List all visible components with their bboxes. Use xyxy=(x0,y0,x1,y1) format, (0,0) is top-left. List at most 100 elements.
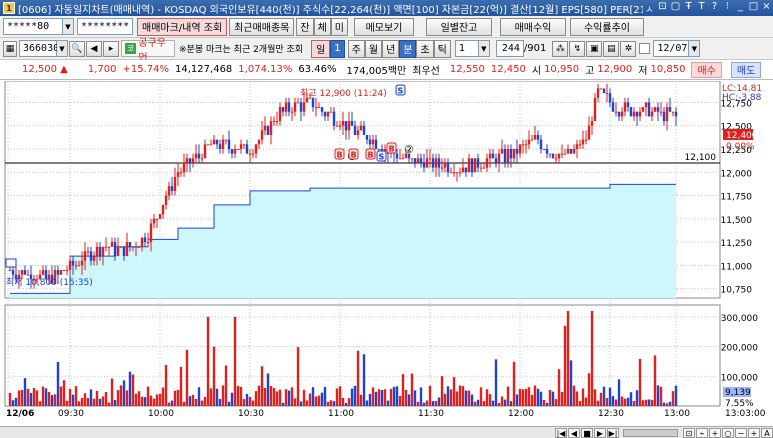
chart-scrollbar[interactable] xyxy=(623,428,678,437)
volume-bar xyxy=(71,394,75,406)
account-input[interactable]: *****80 xyxy=(3,18,63,35)
volume-bar xyxy=(311,387,315,406)
volume-bar xyxy=(239,386,243,406)
title-button-8[interactable]: □ xyxy=(747,1,760,16)
trade-profit-button[interactable]: 매매수익 xyxy=(499,17,566,36)
volume-bar xyxy=(200,400,204,406)
title-button-7[interactable]: _ xyxy=(734,1,747,16)
title-button-0[interactable]: ㅅ xyxy=(643,1,656,16)
nav-next-icon[interactable]: ▶ xyxy=(594,427,606,438)
candle-body xyxy=(662,111,666,122)
daily-balance-button[interactable]: 일별잔고 xyxy=(425,17,492,36)
period-interval-button[interactable]: 1 xyxy=(330,39,345,58)
stock-code-input[interactable]: 366030 xyxy=(19,40,59,57)
date-checkbox[interactable] xyxy=(639,43,651,54)
candle-body xyxy=(86,251,90,253)
code-dropdown-icon[interactable]: ▼ xyxy=(57,40,68,57)
volume-bar xyxy=(380,390,384,406)
title-button-2[interactable]: ▢ xyxy=(669,1,682,16)
recent-trade-button[interactable]: 최근매매종목 xyxy=(229,17,295,36)
candle-body xyxy=(323,111,327,117)
settings-icon[interactable]: ✲ xyxy=(620,40,637,57)
date-input[interactable]: 12/07 xyxy=(653,40,690,57)
candle-body xyxy=(128,242,132,247)
volume-bar xyxy=(98,398,102,406)
candle-body xyxy=(56,270,60,275)
time-tick-label: 11:00 xyxy=(328,409,354,419)
memo-button[interactable]: 메모보기 xyxy=(353,17,414,36)
period-month-button[interactable]: 월 xyxy=(364,39,383,58)
zoom-plus-icon[interactable]: + xyxy=(748,427,760,438)
sound-icon[interactable]: ◀ xyxy=(86,40,102,57)
title-button-1[interactable]: ⊡ xyxy=(656,1,669,16)
zoom-tools-icon[interactable]: ⌁ xyxy=(696,427,708,438)
search-icon[interactable]: 🔍 xyxy=(69,40,85,57)
period-day-button[interactable]: 일 xyxy=(311,39,331,58)
sell-button[interactable]: 매도 xyxy=(730,61,762,78)
candle-body xyxy=(470,158,474,173)
zoom-in-icon[interactable]: + xyxy=(709,427,721,438)
period-tick-button[interactable]: 틱 xyxy=(433,39,451,58)
candle-body xyxy=(464,167,468,173)
volume-bar xyxy=(623,398,627,406)
volume-bar xyxy=(551,391,555,406)
interval-input[interactable]: 1 xyxy=(454,40,479,57)
grid-icon[interactable]: ▦ xyxy=(3,40,17,57)
candle-body xyxy=(641,107,645,112)
volume-bar xyxy=(179,366,183,406)
volume-bar xyxy=(26,388,30,406)
save-icon[interactable]: ▣ xyxy=(586,40,603,57)
volume-bar xyxy=(329,400,333,406)
volume-bar xyxy=(437,397,441,406)
candle-body xyxy=(356,130,360,136)
nav-stop-icon[interactable]: ■ xyxy=(581,427,593,438)
period-year-button[interactable]: 년 xyxy=(382,39,400,58)
interval-dropdown-icon[interactable]: ▼ xyxy=(478,40,490,57)
candle-body xyxy=(395,153,399,159)
balance-button[interactable]: 잔 xyxy=(296,17,314,36)
stock-name-label: 공구우먼 xyxy=(138,37,166,64)
title-button-5[interactable]: ? xyxy=(708,1,721,16)
volume-bar xyxy=(470,394,474,406)
chart-tool-icon[interactable]: ⁂ xyxy=(552,40,569,57)
period-week-button[interactable]: 주 xyxy=(347,39,365,58)
executed-button[interactable]: 체 xyxy=(313,17,331,36)
nav-prev-icon[interactable]: ◀ xyxy=(568,427,580,438)
text-size-icon[interactable]: A xyxy=(761,427,773,438)
volume-bar xyxy=(134,393,138,406)
volume-bar xyxy=(209,388,213,406)
account-dropdown-icon[interactable]: ▼ xyxy=(63,18,74,35)
zoom-fit-icon[interactable]: ⊡ xyxy=(683,427,695,438)
candle-body xyxy=(311,97,315,108)
period-minute-button[interactable]: 분 xyxy=(399,39,417,58)
line-tool-icon[interactable]: ↯ xyxy=(569,40,586,57)
candle-body xyxy=(92,256,96,261)
password-input[interactable]: ******** xyxy=(77,18,133,35)
return-trend-button[interactable]: 수익률추이 xyxy=(569,17,644,36)
count-input[interactable]: 244 xyxy=(495,40,524,57)
title-button-9[interactable]: × xyxy=(760,1,773,16)
nav-first-icon[interactable]: |◀ xyxy=(555,427,567,438)
zoom-minus-icon[interactable]: − xyxy=(735,427,747,438)
volume-bar xyxy=(413,390,417,406)
unexecuted-button[interactable]: 미 xyxy=(330,17,348,36)
title-button-6[interactable]: ⁝ xyxy=(721,1,734,16)
period-second-button[interactable]: 초 xyxy=(416,39,434,58)
arrow-icon[interactable]: ▸ xyxy=(103,40,119,57)
title-button-4[interactable]: T xyxy=(695,1,708,16)
volume-bar xyxy=(368,393,372,406)
print-icon[interactable]: ▤ xyxy=(603,40,620,57)
stock-toolbar: ▦ 366030 ▼ 🔍 ◀ ▸ 코 공구우먼 ※분봉 마크는 최근 2개월만 … xyxy=(0,38,773,64)
title-button-3[interactable]: Ŧ xyxy=(682,1,695,16)
buy-button[interactable]: 매수 xyxy=(691,61,722,78)
nav-last-icon[interactable]: ▶| xyxy=(607,427,619,438)
open-label: 시 xyxy=(531,66,542,77)
time-tick-label: 10:00 xyxy=(148,409,174,419)
price-volume-chart[interactable]: 12,75012,50012,25012,00011,75011,50011,2… xyxy=(0,81,773,426)
zoom-reset-icon[interactable]: ○ xyxy=(722,427,734,438)
volume-bar xyxy=(47,391,51,406)
date-dropdown-icon[interactable]: ▼ xyxy=(689,40,701,57)
time-tick-label: 12/06 xyxy=(6,409,34,419)
ask-price: 12,550 xyxy=(449,64,485,75)
volume-bar xyxy=(14,397,18,406)
